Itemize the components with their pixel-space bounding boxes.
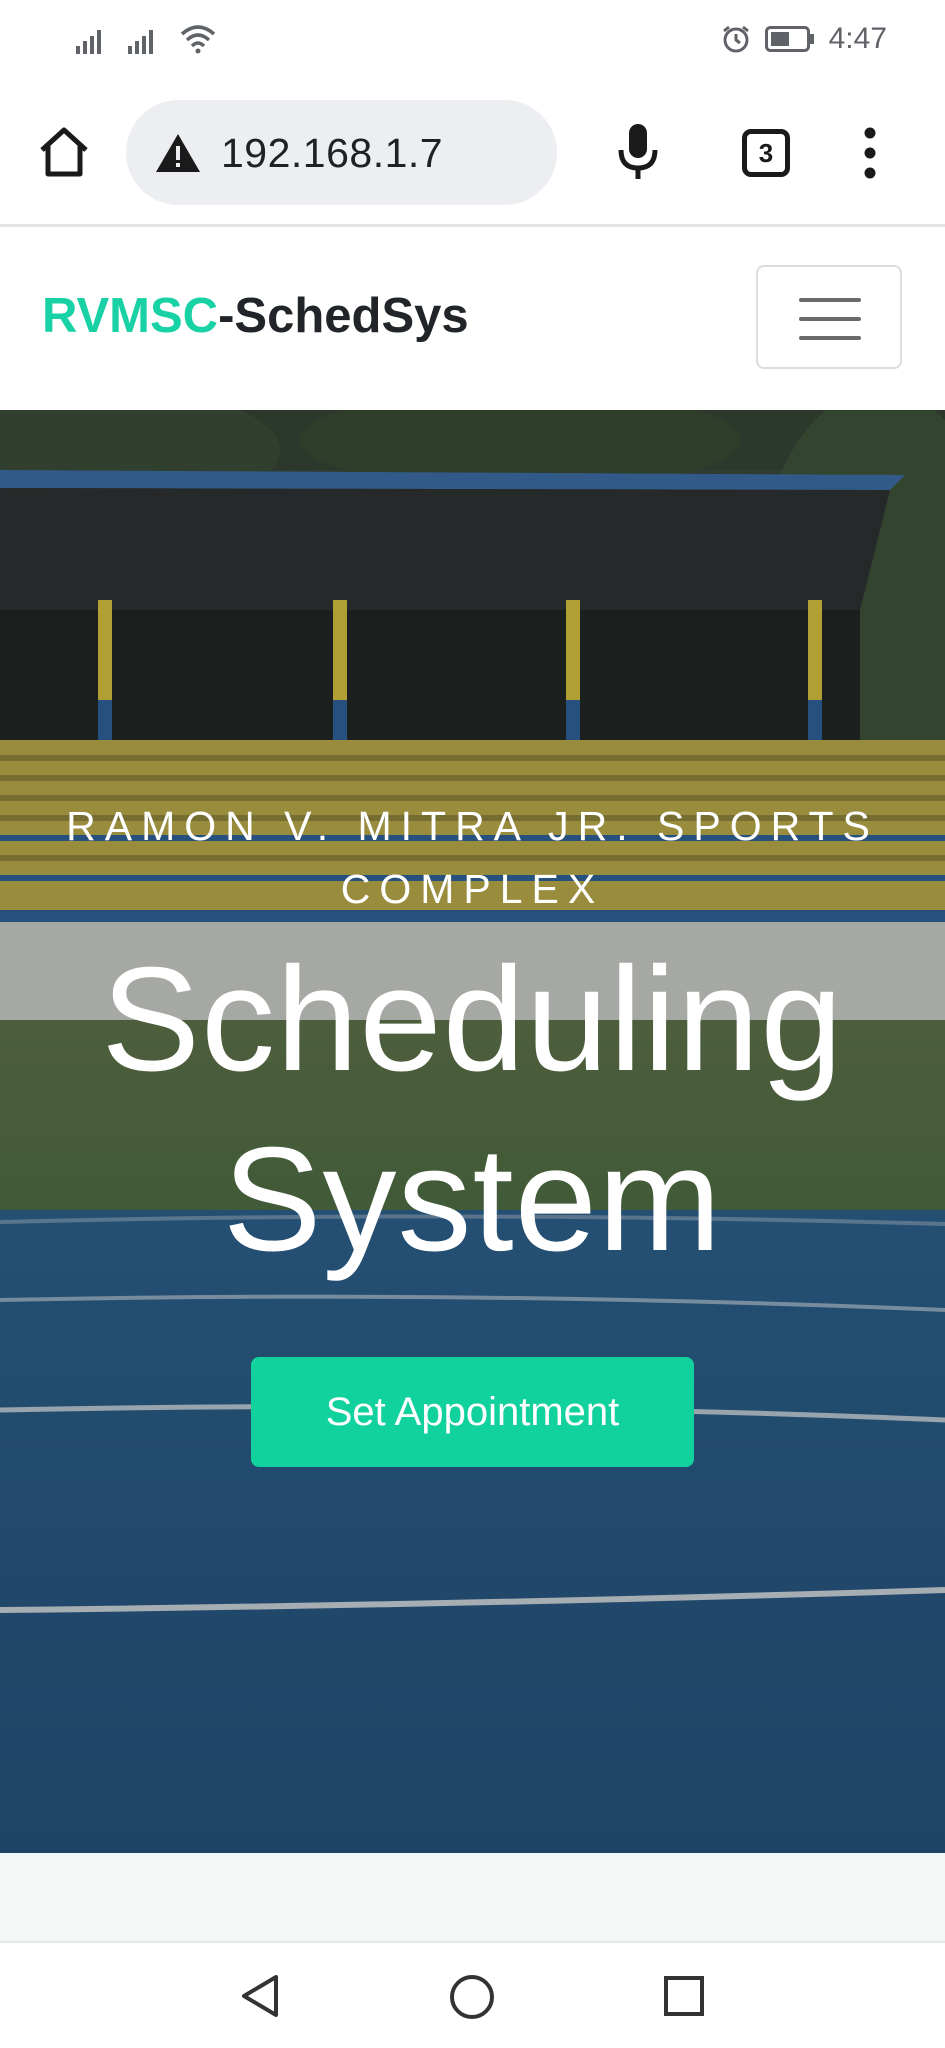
wifi-icon [180,25,216,54]
overflow-menu-icon[interactable] [860,126,880,180]
brand-logo[interactable]: RVMSC-SchedSys [42,288,469,344]
brand-accent-text: RVMSC [42,289,219,343]
home-icon[interactable] [36,124,92,180]
set-appointment-button[interactable]: Set Appointment [251,1357,694,1467]
microphone-icon[interactable] [615,122,661,182]
tab-switcher-icon[interactable]: 3 [742,129,790,177]
hamburger-icon [799,336,861,340]
status-bar: 4:47 [0,0,945,80]
hero-section: RAMON V. MITRA JR. SPORTS COMPLEX Schedu… [0,410,945,1853]
brand-rest-text: -SchedSys [218,289,469,343]
navbar-toggler-button[interactable] [756,265,902,369]
battery-icon [764,26,814,52]
hamburger-icon [799,298,861,302]
tab-count: 3 [758,137,774,168]
status-left-icons [76,24,216,54]
signal-icon [76,30,101,54]
hero-subtitle: RAMON V. MITRA JR. SPORTS COMPLEX [66,803,879,912]
home-circle-icon[interactable] [448,1973,496,2021]
alarm-icon [722,25,749,53]
back-icon[interactable] [238,1973,282,2019]
next-section [0,1853,945,1941]
android-navigation-bar [0,1941,945,2048]
site-navbar: RVMSC-SchedSys [0,230,945,410]
browser-toolbar: 192.168.1.7 3 [0,80,945,227]
status-time: 4:47 [828,22,887,55]
url-text[interactable]: 192.168.1.7 [221,130,443,177]
warning-icon[interactable] [154,132,202,174]
hamburger-icon [799,317,861,321]
recents-icon[interactable] [663,1975,705,2017]
hero-title: Scheduling System [101,937,844,1282]
address-bar[interactable]: 192.168.1.7 [126,100,557,205]
status-right-icons: 4:47 [721,22,887,56]
signal-icon [128,30,153,54]
